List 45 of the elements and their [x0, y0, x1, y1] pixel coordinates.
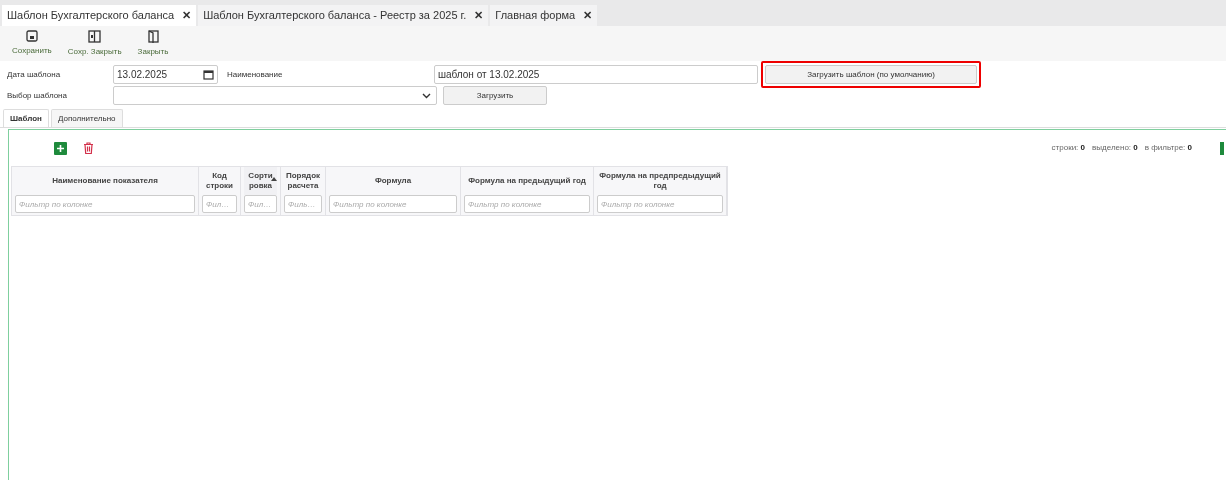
- save-icon: [25, 30, 38, 42]
- filter-field[interactable]: Фильтр по колонке: [15, 195, 195, 213]
- filter-field[interactable]: Филь…: [284, 195, 322, 213]
- count-text: строки: 0: [1051, 142, 1086, 154]
- tab[interactable]: Шаблон Бухгалтерского баланса - Реестр за 2025 г. ✕: [198, 5, 489, 26]
- name-field[interactable]: шаблон от 13.02.2025: [434, 65, 758, 84]
- count-text: выделено: 0: [1092, 142, 1138, 154]
- column-header[interactable]: Порядок расчета: [284, 171, 322, 191]
- edge-button[interactable]: [1220, 141, 1224, 155]
- column-header[interactable]: Формула на предыдущий год: [468, 176, 586, 186]
- filter-field[interactable]: Фил…: [202, 195, 237, 213]
- plus-icon: [57, 144, 64, 152]
- filter-field[interactable]: Фильтр по колонке: [329, 195, 457, 213]
- door-icon: [147, 30, 159, 43]
- tab[interactable]: Шаблон Бухгалтерского баланса ✕: [2, 5, 197, 26]
- date-field[interactable]: 13.02.2025: [113, 65, 218, 84]
- door-icon: [88, 30, 102, 43]
- filter-field[interactable]: Фильтр по колонке: [464, 195, 590, 213]
- sort-icon[interactable]: [271, 177, 277, 181]
- close-icon[interactable]: ✕: [474, 7, 484, 24]
- close-icon[interactable]: ✕: [583, 7, 593, 24]
- add-button[interactable]: [54, 141, 67, 155]
- count-text: в фильтре: 0: [1144, 142, 1192, 154]
- trash-icon[interactable]: [83, 142, 94, 154]
- column-header[interactable]: Сорти ровка: [244, 171, 277, 191]
- column-header[interactable]: Формула на предпредыдущий год: [597, 171, 723, 191]
- toolbar-button[interactable]: Закрыть: [135, 30, 171, 58]
- close-icon[interactable]: ✕: [182, 7, 192, 24]
- tab[interactable]: Главная форма ✕: [490, 5, 598, 26]
- column-header[interactable]: Формула: [374, 176, 412, 186]
- field-label: Наименование: [226, 68, 284, 81]
- field-label: Выбор шаблона: [6, 89, 68, 102]
- tab[interactable]: Дополнительно: [50, 109, 123, 127]
- column-header[interactable]: Наименование показателя: [52, 176, 158, 186]
- field-label: Дата шаблона: [6, 68, 62, 81]
- toolbar-button[interactable]: Сохранить: [10, 30, 54, 58]
- filter-field[interactable]: Фильтр по колонке: [597, 195, 723, 213]
- tab[interactable]: Шаблон: [3, 109, 49, 127]
- load-default-button[interactable]: Загрузить шаблон (по умолчанию): [765, 65, 977, 84]
- chevron-down-icon: [422, 92, 431, 99]
- load-button[interactable]: Загрузить: [443, 86, 547, 105]
- toolbar-button[interactable]: Сохр. Закрыть: [65, 30, 124, 58]
- column-header[interactable]: Код строки: [202, 171, 237, 191]
- calendar-icon[interactable]: [203, 69, 214, 80]
- filter-field[interactable]: Фил…: [244, 195, 277, 213]
